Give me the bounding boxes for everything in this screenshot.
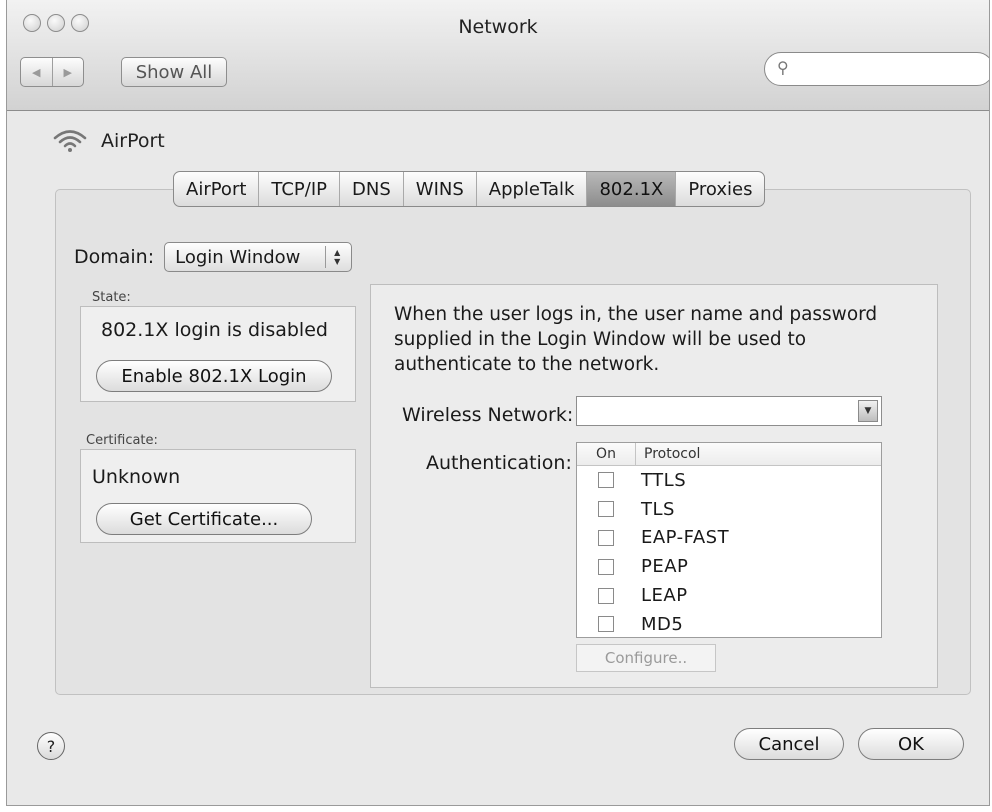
protocol-name: LEAP (641, 585, 688, 607)
interface-name: AirPort (101, 130, 165, 152)
protocol-row[interactable]: PEAP (577, 552, 881, 581)
protocol-name: TTLS (641, 469, 687, 491)
back-arrow-icon[interactable]: ◀ (21, 58, 53, 86)
search-field[interactable]: ⚲ (764, 52, 989, 86)
tab-dns[interactable]: DNS (340, 172, 404, 206)
state-status: 802.1X login is disabled (101, 319, 328, 341)
title-bar: Network ◀ ▶ Show All ⚲ (7, 0, 989, 111)
popup-arrows-icon: ▲ ▼ (325, 246, 348, 268)
show-all-button[interactable]: Show All (121, 57, 227, 87)
protocol-row[interactable]: MD5 (577, 610, 881, 639)
domain-row: Domain: Login Window ▲ ▼ (74, 242, 353, 272)
authentication-table: On Protocol TTLS TLS EAP-FAST PEAP LEAP … (576, 442, 882, 638)
wireless-network-label: Wireless Network: (402, 404, 574, 426)
login-window-description: When the user logs in, the user name and… (394, 304, 878, 375)
eap-fast-checkbox[interactable] (598, 529, 614, 546)
window-title: Network (458, 16, 538, 38)
md5-checkbox[interactable] (598, 616, 614, 633)
forward-arrow-icon[interactable]: ▶ (53, 58, 84, 86)
protocol-name: MD5 (641, 613, 684, 635)
protocol-column-header[interactable]: Protocol (636, 443, 700, 465)
protocol-name: TLS (641, 498, 675, 520)
protocol-name: EAP-FAST (641, 527, 730, 549)
tls-checkbox[interactable] (598, 501, 614, 518)
wifi-icon (53, 130, 87, 152)
ok-button[interactable]: OK (858, 728, 964, 760)
tab-802-1x[interactable]: 802.1X (587, 172, 677, 206)
protocol-name: PEAP (641, 556, 689, 578)
interface-header: AirPort (53, 129, 165, 153)
cancel-button[interactable]: Cancel (734, 728, 844, 760)
search-icon: ⚲ (777, 58, 789, 77)
configure-button[interactable]: Configure.. (576, 644, 716, 672)
tab-bar: AirPort TCP/IP DNS WINS AppleTalk 802.1X… (173, 171, 766, 207)
state-label: State: (92, 290, 131, 305)
back-forward-control: ◀ ▶ (20, 57, 84, 87)
tab-airport[interactable]: AirPort (174, 172, 260, 206)
domain-label: Domain: (74, 246, 155, 268)
certificate-value: Unknown (92, 466, 181, 488)
on-column-header[interactable]: On (577, 443, 636, 465)
protocol-row[interactable]: TLS (577, 495, 881, 524)
protocol-row[interactable]: TTLS (577, 466, 881, 495)
authentication-label: Authentication: (426, 452, 572, 474)
tab-wins[interactable]: WINS (404, 172, 477, 206)
domain-value: Login Window (175, 246, 301, 268)
ttls-checkbox[interactable] (598, 472, 614, 489)
certificate-label: Certificate: (86, 433, 158, 448)
dropdown-arrow-icon: ▼ (858, 400, 878, 422)
help-button[interactable]: ? (37, 732, 65, 760)
protocol-row[interactable]: EAP-FAST (577, 524, 881, 553)
leap-checkbox[interactable] (598, 587, 614, 604)
tab-tcpip[interactable]: TCP/IP (259, 172, 340, 206)
auth-table-header: On Protocol (577, 443, 881, 466)
enable-8021x-login-button[interactable]: Enable 802.1X Login (96, 360, 332, 392)
domain-popup[interactable]: Login Window ▲ ▼ (164, 242, 353, 272)
protocol-row[interactable]: LEAP (577, 581, 881, 610)
wireless-network-popup[interactable]: ▼ (576, 396, 882, 426)
tab-appletalk[interactable]: AppleTalk (477, 172, 588, 206)
tab-proxies[interactable]: Proxies (676, 172, 764, 206)
get-certificate-button[interactable]: Get Certificate... (96, 503, 312, 535)
peap-checkbox[interactable] (598, 558, 614, 575)
